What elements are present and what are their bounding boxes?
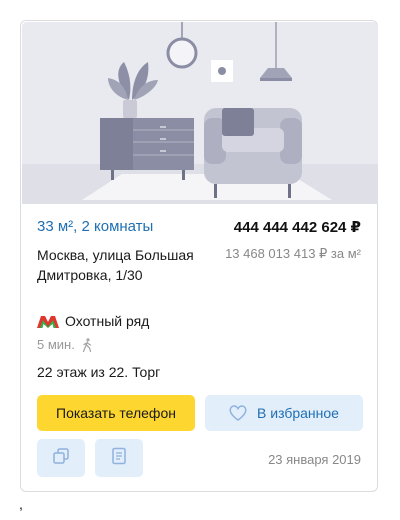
compare-button[interactable] xyxy=(37,439,85,477)
living-room-illustration xyxy=(22,22,378,204)
add-favorite-button[interactable]: В избранное xyxy=(205,395,363,431)
price-per-sqm: 13 468 013 413 ₽ за м² xyxy=(225,246,361,261)
add-favorite-label: В избранное xyxy=(257,405,339,421)
compare-icon xyxy=(52,447,70,470)
show-phone-button[interactable]: Показать телефон xyxy=(37,395,195,431)
listing-photo[interactable] xyxy=(22,22,378,204)
heart-icon xyxy=(229,405,247,421)
walk-time: 5 мин. xyxy=(37,337,93,352)
note-icon xyxy=(111,447,127,470)
listing-price: 444 444 442 624 ₽ xyxy=(233,219,361,236)
metro-station: Охотный ряд xyxy=(37,313,149,329)
show-phone-label: Показать телефон xyxy=(56,405,176,421)
listing-title[interactable]: 33 м², 2 комнаты xyxy=(37,218,153,235)
listing-date: 23 января 2019 xyxy=(268,452,361,467)
listing-card[interactable]: 33 м², 2 комнаты 444 444 442 624 ₽ Москв… xyxy=(20,20,378,492)
walking-person-icon xyxy=(81,337,93,352)
listing-address: Москва, улица Большая Дмитровка, 1/30 xyxy=(37,247,194,283)
note-button[interactable] xyxy=(95,439,143,477)
stray-comma: , xyxy=(19,496,23,512)
metro-icon xyxy=(37,315,59,328)
metro-station-name: Охотный ряд xyxy=(65,313,150,329)
floor-info: 22 этаж из 22. Торг xyxy=(37,364,161,380)
walk-time-text: 5 мин. xyxy=(37,337,75,352)
